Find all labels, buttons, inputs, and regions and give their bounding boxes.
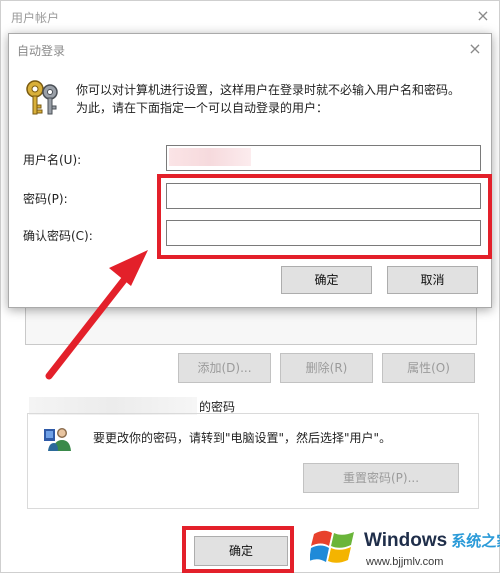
confirm-password-label: 确认密码(C): bbox=[23, 229, 93, 243]
dialog-cancel-button[interactable]: 取消 bbox=[387, 266, 478, 294]
site-watermark: Windows系统之家 www.bjjmlv.com bbox=[310, 520, 500, 573]
dialog-close-icon[interactable]: × bbox=[463, 38, 487, 60]
remove-user-button[interactable]: 删除(R) bbox=[280, 353, 373, 383]
watermark-brand-cn: 系统之家 bbox=[451, 533, 500, 550]
user-properties-button[interactable]: 属性(O) bbox=[382, 353, 475, 383]
watermark-url: www.bjjmlv.com bbox=[366, 556, 444, 568]
add-user-button[interactable]: 添加(D)... bbox=[178, 353, 271, 383]
password-label: 密码(P): bbox=[23, 192, 68, 206]
keys-icon bbox=[26, 80, 58, 115]
ok-button-highlight bbox=[182, 526, 294, 573]
password-hint: 要更改你的密码，请转到"电脑设置"，然后选择"用户"。 bbox=[93, 431, 392, 445]
dialog-title: 自动登录 bbox=[17, 44, 66, 58]
user-accounts-title: 用户帐户 bbox=[11, 11, 60, 25]
dialog-description-line2: 为此，请在下面指定一个可以自动登录的用户： bbox=[76, 101, 329, 115]
watermark-brand-en: Windows bbox=[364, 530, 448, 551]
dialog-description-line1: 你可以对计算机进行设置，这样用户在登录时就不必输入用户名和密码。 bbox=[76, 83, 461, 97]
user-accounts-titlebar: 用户帐户 × bbox=[1, 1, 500, 31]
password-group bbox=[27, 413, 479, 509]
windows-logo-icon bbox=[310, 530, 354, 563]
password-fields-highlight bbox=[157, 174, 492, 259]
users-icon bbox=[44, 428, 71, 451]
username-label: 用户名(U): bbox=[23, 153, 82, 167]
dialog-ok-button[interactable]: 确定 bbox=[281, 266, 372, 294]
watermark-brand: Windows系统之家 bbox=[364, 530, 500, 552]
user-accounts-close-icon[interactable]: × bbox=[471, 5, 495, 27]
reset-password-button[interactable]: 重置密码(P)... bbox=[303, 463, 459, 493]
auto-logon-dialog: 自动登录 × 你可以对计算机进行设置，这样用户在登录时就不必输入用户名和密码。 … bbox=[8, 33, 492, 308]
username-input[interactable] bbox=[166, 145, 481, 171]
dialog-description: 你可以对计算机进行设置，这样用户在登录时就不必输入用户名和密码。 为此，请在下面… bbox=[76, 81, 481, 117]
